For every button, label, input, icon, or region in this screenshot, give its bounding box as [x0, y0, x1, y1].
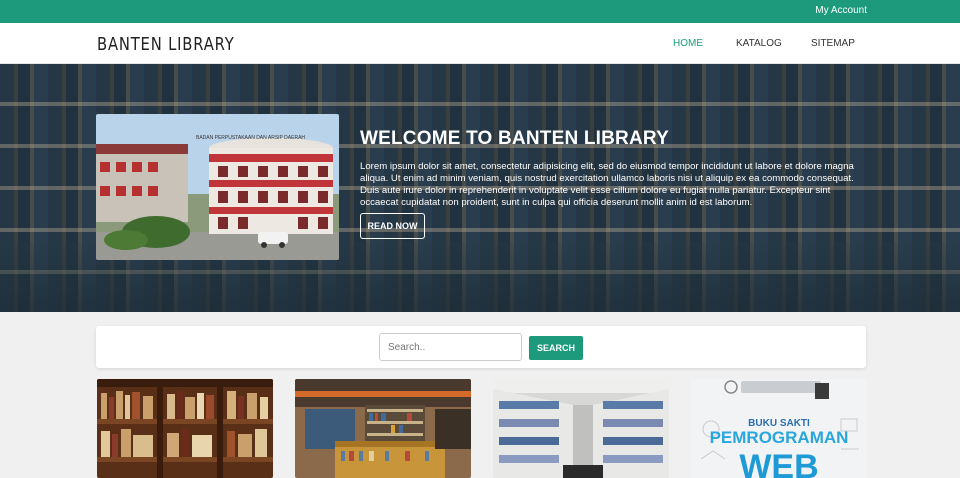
book-cover-title: PEMROGRAMAN [710, 428, 849, 447]
search-panel: SEARCH [96, 326, 866, 368]
hero-banner: BADAN PERPUSTAKAAN DAN ARSIP DAERAH WELC… [0, 64, 960, 312]
card-library-aisle-image[interactable] [493, 379, 669, 478]
hero-description: Lorem ipsum dolor sit amet, consectetur … [360, 161, 854, 208]
search-input[interactable] [379, 333, 522, 361]
my-account-link[interactable]: My Account [815, 5, 867, 16]
card-bookshelf-image[interactable] [97, 379, 273, 478]
nav-item-home[interactable]: HOME [673, 38, 703, 49]
top-bar: My Account [0, 0, 960, 23]
navbar: BANTEN LIBRARY HOME KATALOG SITEMAP [0, 23, 960, 64]
read-now-button[interactable]: READ NOW [360, 213, 425, 239]
card-book-cover-image[interactable]: BUKU SAKTI PEMROGRAMAN WEB [691, 379, 867, 478]
building-sign-text: BADAN PERPUSTAKAAN DAN ARSIP DAERAH [196, 135, 305, 141]
book-cover-title-large: WEB [739, 448, 818, 478]
hero-title: WELCOME TO BANTEN LIBRARY [360, 128, 669, 149]
nav-item-sitemap[interactable]: SITEMAP [811, 38, 855, 49]
library-building-photo: BADAN PERPUSTAKAAN DAN ARSIP DAERAH [96, 114, 339, 260]
nav-item-katalog[interactable]: KATALOG [736, 38, 782, 49]
site-logo[interactable]: BANTEN LIBRARY [97, 34, 235, 55]
card-library-room-image[interactable] [295, 379, 471, 478]
search-button[interactable]: SEARCH [529, 336, 583, 360]
